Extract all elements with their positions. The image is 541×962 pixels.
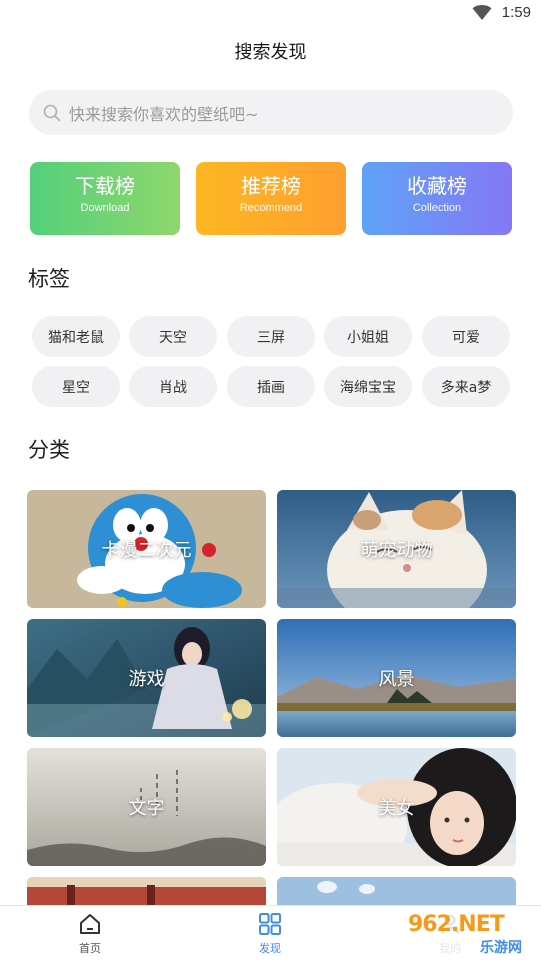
nav-label: 发现 (259, 942, 281, 955)
tag-chip[interactable]: 多来a梦 (422, 366, 510, 407)
collection-rank-button[interactable]: 收藏榜 Collection (362, 162, 512, 235)
partial-cat-image (27, 877, 266, 905)
watermark-brand: 962.NET (408, 912, 505, 937)
tag-chip[interactable]: 猫和老鼠 (32, 316, 120, 357)
rank-title: 下载榜 (75, 174, 135, 198)
rank-cards: 下载榜 Download 推荐榜 Recommend 收藏榜 Collectio… (30, 162, 512, 235)
tag-list: 猫和老鼠 天空 三屏 小姐姐 可爱 星空 肖战 插画 海绵宝宝 多来a梦 (32, 316, 512, 408)
category-card-scenery[interactable]: 风景 (277, 619, 516, 737)
rank-subtitle: Recommend (239, 202, 303, 214)
rank-title: 推荐榜 (241, 174, 301, 198)
category-card-games[interactable]: 游戏 (27, 619, 266, 737)
rank-subtitle: Download (80, 202, 130, 214)
category-label: 美女 (378, 798, 415, 819)
tag-chip[interactable]: 插画 (227, 366, 315, 407)
category-label: 文字 (128, 798, 165, 819)
watermark-logo: 962.NET 乐游网 (402, 910, 536, 958)
category-card-partial[interactable] (27, 877, 266, 905)
nav-label: 首页 (79, 942, 101, 955)
tag-chip[interactable]: 海绵宝宝 (324, 366, 412, 407)
category-grid: 卡漫二次元 萌宠动物 游戏 风景 文字 美女 (27, 490, 516, 905)
partial-cat-image (277, 877, 516, 905)
tag-chip[interactable]: 小姐姐 (324, 316, 412, 357)
page-title: 搜索发现 (234, 42, 307, 63)
category-card-beauty[interactable]: 美女 (277, 748, 516, 866)
search-placeholder: 快来搜索你喜欢的壁纸吧~ (69, 104, 259, 124)
rank-title: 收藏榜 (407, 174, 467, 198)
tag-chip[interactable]: 三屏 (227, 316, 315, 357)
status-time: 1:59 (501, 4, 531, 21)
watermark-subtitle: 乐游网 (480, 940, 522, 956)
nav-discover[interactable]: 发现 (230, 912, 310, 956)
grid-icon (259, 913, 281, 935)
category-label: 卡漫二次元 (101, 540, 192, 561)
category-card-anime[interactable]: 卡漫二次元 (27, 490, 266, 608)
category-card-partial[interactable] (277, 877, 516, 905)
search-icon (43, 104, 61, 121)
recommend-rank-button[interactable]: 推荐榜 Recommend (196, 162, 346, 235)
wifi-icon (472, 4, 492, 20)
download-rank-button[interactable]: 下载榜 Download (30, 162, 180, 235)
category-card-pets[interactable]: 萌宠动物 (277, 490, 516, 608)
status-right: 1:59 (472, 4, 531, 21)
tag-chip[interactable]: 肖战 (129, 366, 217, 407)
tags-heading: 标签 (28, 267, 70, 291)
status-bar: 1:59 (0, 0, 541, 30)
home-icon (80, 914, 100, 934)
tag-chip[interactable]: 星空 (32, 366, 120, 407)
category-label: 游戏 (128, 669, 165, 690)
rank-subtitle: Collection (412, 202, 462, 214)
category-label: 风景 (378, 669, 415, 690)
category-heading: 分类 (28, 438, 70, 462)
category-label: 萌宠动物 (360, 540, 433, 561)
tag-chip[interactable]: 天空 (129, 316, 217, 357)
category-card-text[interactable]: 文字 (27, 748, 266, 866)
discover-screen: 1:59 搜索发现 快来搜索你喜欢的壁纸吧~ 下载榜 Download 推荐榜 … (0, 0, 541, 962)
nav-home[interactable]: 首页 (50, 912, 130, 956)
search-input[interactable]: 快来搜索你喜欢的壁纸吧~ (29, 90, 513, 135)
tag-chip[interactable]: 可爱 (422, 316, 510, 357)
